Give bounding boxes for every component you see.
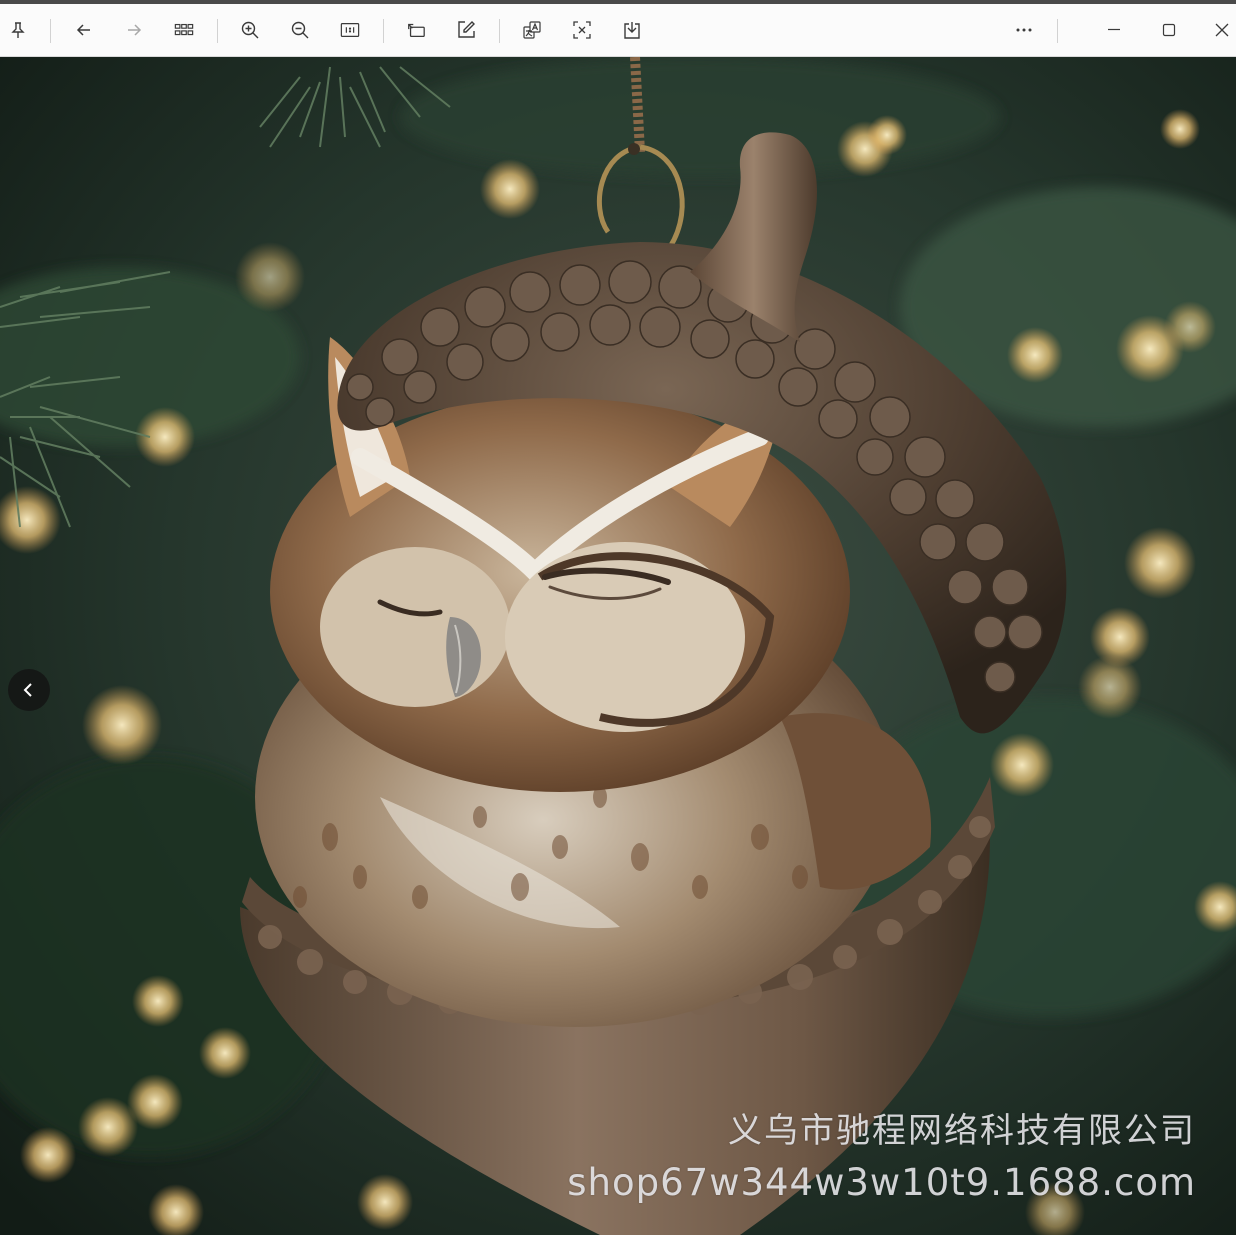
rotate-icon[interactable] [400, 14, 432, 46]
extract-text-icon[interactable] [566, 14, 598, 46]
edit-icon[interactable] [450, 14, 482, 46]
owl-acorn-photo [0, 57, 1236, 1235]
toolbar-separator [499, 19, 500, 43]
maximize-icon[interactable] [1153, 14, 1185, 46]
zoom-in-icon[interactable] [234, 14, 266, 46]
image-viewer-window: 义乌市驰程网络科技有限公司 shop67w344w3w10t9.1688.com [0, 0, 1236, 1235]
image-canvas: 义乌市驰程网络科技有限公司 shop67w344w3w10t9.1688.com [0, 57, 1236, 1235]
toolbar-separator [1057, 19, 1058, 43]
more-icon[interactable] [1008, 14, 1040, 46]
watermark-company: 义乌市驰程网络科技有限公司 [728, 1111, 1196, 1151]
toolbar-separator [217, 19, 218, 43]
toolbar-separator [383, 19, 384, 43]
zoom-out-icon[interactable] [284, 14, 316, 46]
watermark-url: shop67w344w3w10t9.1688.com [567, 1161, 1196, 1204]
forward-arrow-icon[interactable] [118, 14, 150, 46]
minimize-icon[interactable] [1098, 14, 1130, 46]
chevron-left-icon [23, 683, 32, 697]
pin-icon[interactable] [2, 14, 34, 46]
translate-icon[interactable] [516, 14, 548, 46]
close-icon[interactable] [1206, 14, 1236, 46]
back-arrow-icon[interactable] [68, 14, 100, 46]
grid-view-icon[interactable] [168, 14, 200, 46]
actual-size-icon[interactable] [334, 14, 366, 46]
previous-image-button[interactable] [8, 669, 50, 711]
toolbar [0, 4, 1236, 57]
toolbar-separator [50, 19, 51, 43]
download-icon[interactable] [616, 14, 648, 46]
